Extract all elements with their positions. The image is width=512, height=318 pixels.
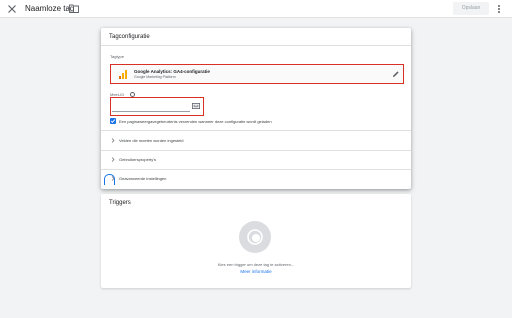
chevron-right-icon [111, 138, 115, 143]
edit-pencil-icon[interactable] [392, 70, 400, 78]
measurement-id-field-wrapper [110, 97, 204, 116]
learn-more-link[interactable]: Meer informatie [101, 269, 411, 274]
advanced-settings-row[interactable]: Geavanceerde instellingen [101, 169, 411, 188]
user-properties-row[interactable]: Gebruikersproperty's [101, 150, 411, 169]
chevron-right-icon [111, 157, 115, 162]
fields-to-set-label: Velden die moeten worden ingesteld [119, 138, 184, 143]
cursor-highlight [104, 174, 115, 185]
google-analytics-icon [119, 70, 127, 79]
trigger-icon [247, 229, 263, 245]
trigger-placeholder-icon[interactable] [239, 221, 271, 253]
trigger-empty-text: Kies een trigger om deze tag te activere… [217, 262, 295, 267]
more-vert-icon[interactable] [495, 3, 503, 15]
tag-configuration-title: Tagconfiguratie [109, 34, 150, 40]
tag-configuration-card: Tagconfiguratie Tagtype Google Analytics… [101, 28, 411, 189]
divider [101, 45, 411, 46]
send-pageview-checkbox[interactable] [110, 118, 116, 124]
save-button[interactable]: Opslaan [453, 2, 489, 15]
tagtype-selector[interactable]: Google Analytics: GA4-configuratie Googl… [110, 64, 404, 84]
check-icon [110, 119, 116, 123]
user-properties-label: Gebruikersproperty's [119, 157, 156, 162]
tagtype-name: Google Analytics: GA4-configuratie [134, 69, 210, 74]
tagtype-vendor: Google Marketing Platform [134, 75, 176, 79]
triggers-title: Triggers [109, 200, 131, 206]
advanced-settings-label: Geavanceerde instellingen [119, 176, 167, 181]
fields-to-set-row[interactable]: Velden die moeten worden ingesteld [101, 131, 411, 150]
variable-picker-icon[interactable] [192, 103, 200, 109]
measurement-id-input[interactable] [112, 100, 190, 112]
top-app-bar: Naamloze tag Opslaan [0, 0, 512, 18]
tag-name-title[interactable]: Naamloze tag [25, 3, 74, 15]
folder-icon[interactable] [69, 4, 79, 13]
close-icon[interactable] [6, 3, 18, 15]
tagtype-label: Tagtype [110, 54, 125, 59]
triggers-card[interactable]: Triggers Kies een trigger om deze tag te… [101, 194, 411, 288]
send-pageview-label: Een paginaweergavegebeurtenis verzenden … [119, 119, 272, 124]
